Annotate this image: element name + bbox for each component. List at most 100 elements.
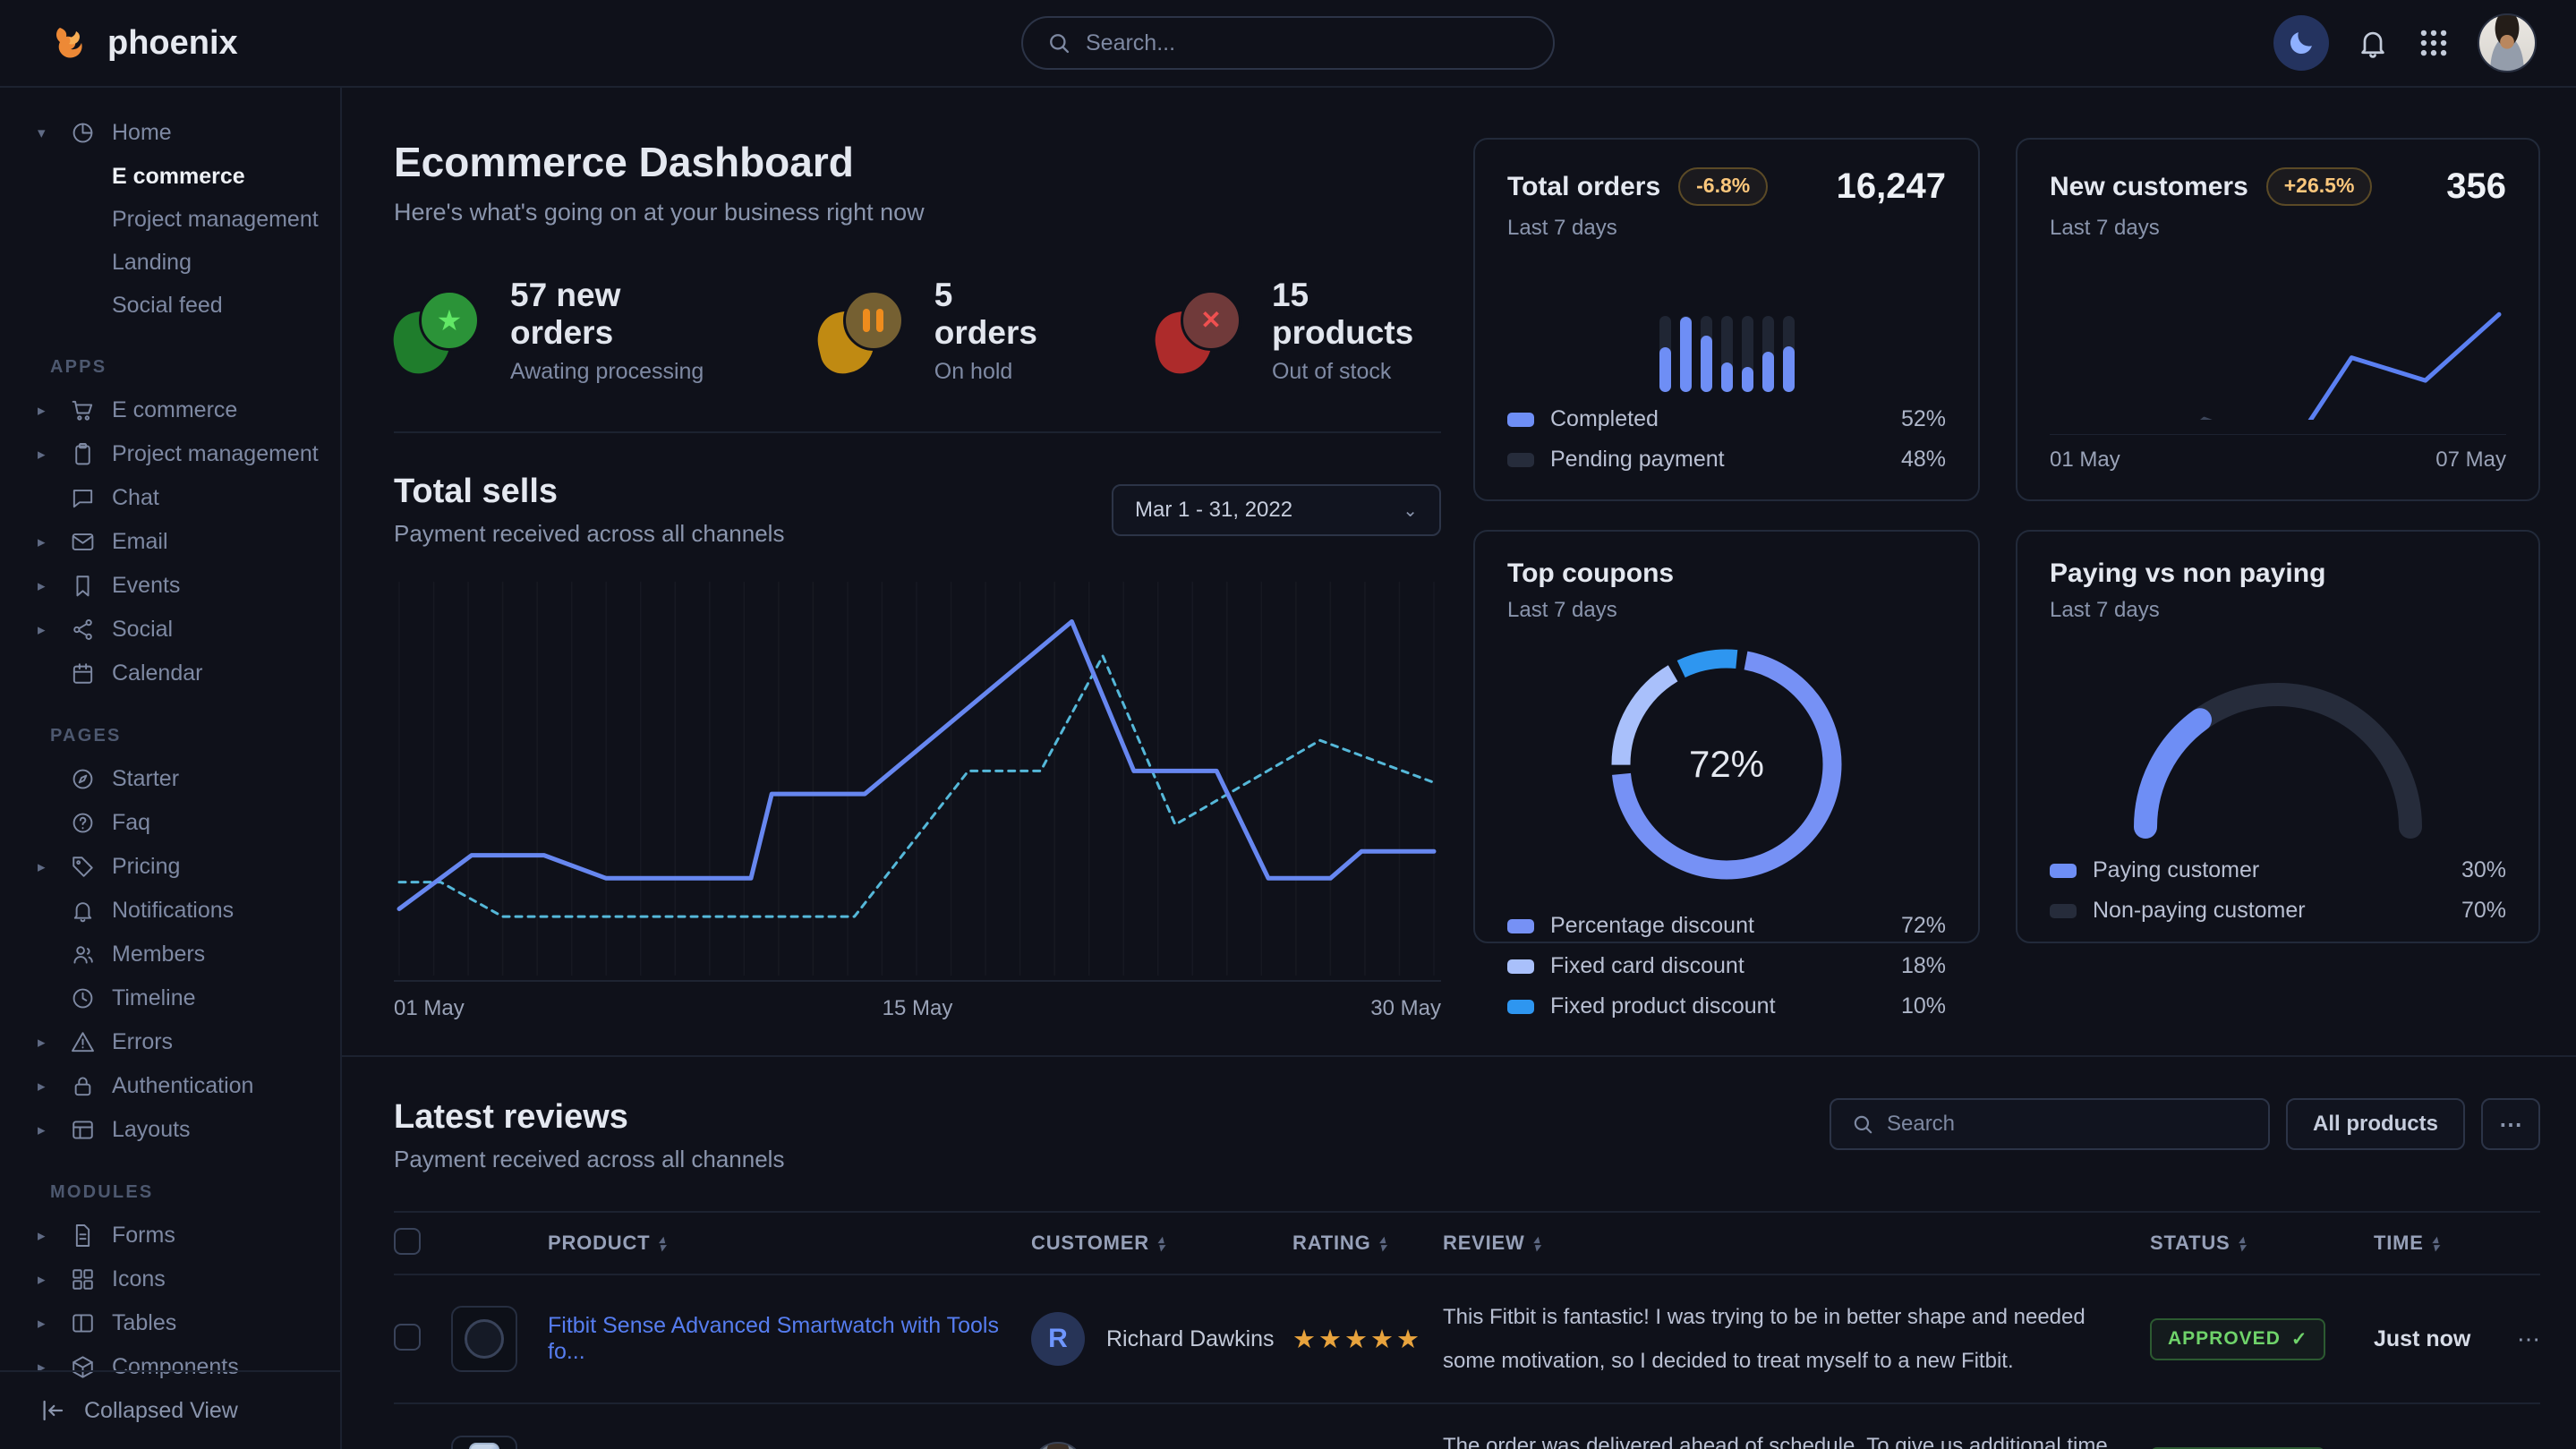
search-icon <box>1851 1112 1874 1136</box>
date-range-select[interactable]: Mar 1 - 31, 2022 ⌄ <box>1112 484 1441 536</box>
stat-value: 5 orders <box>934 277 1050 352</box>
check-icon: ✓ <box>2291 1328 2308 1351</box>
product-thumbnail-iphone[interactable] <box>451 1436 517 1449</box>
order-bar <box>1721 316 1733 392</box>
user-avatar[interactable] <box>2478 13 2537 72</box>
reviews-subtitle: Payment received across all channels <box>394 1146 784 1173</box>
sidebar-item-chat[interactable]: Chat <box>0 476 340 520</box>
stat-orders-on-hold: 5 orders On hold <box>818 277 1050 385</box>
sidebar-item-members[interactable]: Members <box>0 933 340 976</box>
paying-gauge-chart <box>2117 664 2439 843</box>
caret-right-icon: ▸ <box>38 1271 54 1289</box>
top-navbar: phoenix <box>0 0 2576 88</box>
change-badge: +26.5% <box>2266 167 2373 206</box>
file-icon <box>70 1223 96 1249</box>
sidebar: ▾HomeE commerceProject managementLanding… <box>0 88 342 1449</box>
caret-right-icon: ▸ <box>38 577 54 595</box>
legend-label: Non-paying customer <box>2093 898 2306 924</box>
product-link[interactable]: Fitbit Sense Advanced Smartwatch with To… <box>548 1313 1031 1365</box>
column-header-review[interactable]: REVIEW▴▾ <box>1443 1232 2114 1255</box>
legend-value: 30% <box>2461 857 2506 883</box>
legend-swatch <box>2050 904 2077 918</box>
card-period: Last 7 days <box>2050 598 2506 623</box>
sidebar-item-project-management[interactable]: Project management <box>0 198 340 241</box>
customer-avatar[interactable]: R <box>1031 1312 1085 1366</box>
x-tick: 01 May <box>394 996 465 1021</box>
reviews-search-input[interactable] <box>1887 1112 2248 1137</box>
sidebar-item-forms[interactable]: ▸Forms <box>0 1214 340 1257</box>
sidebar-item-social-feed[interactable]: Social feed <box>0 284 340 327</box>
global-search-input[interactable] <box>1086 30 1530 56</box>
caret-right-icon: ▸ <box>38 533 54 551</box>
legend-row: Fixed product discount 10% <box>1507 993 1946 1019</box>
sidebar-item-landing[interactable]: Landing <box>0 241 340 284</box>
legend-row: Percentage discount 72% <box>1507 913 1946 939</box>
dashboard-cards: Total orders -6.8% 16,247 Last 7 days Co… <box>1473 138 2540 1021</box>
row-menu-button[interactable]: ⋯ <box>2517 1325 2540 1353</box>
sidebar-item-icons[interactable]: ▸Icons <box>0 1257 340 1301</box>
sidebar-item-timeline[interactable]: Timeline <box>0 976 340 1020</box>
stat-new-orders: ★ 57 new orders Awating processing <box>394 277 712 385</box>
legend-label: Percentage discount <box>1550 913 1754 939</box>
navbar-actions <box>2273 13 2537 72</box>
global-search[interactable] <box>1021 16 1555 70</box>
column-header-rating[interactable]: RATING▴▾ <box>1292 1232 1443 1255</box>
sidebar-item-project-management[interactable]: ▸Project management <box>0 432 340 476</box>
sidebar-item-layouts[interactable]: ▸Layouts <box>0 1108 340 1152</box>
order-bar <box>1680 316 1692 392</box>
reviews-search[interactable] <box>1830 1098 2270 1150</box>
x-icon: ✕ <box>1156 290 1241 372</box>
customer-avatar[interactable] <box>1031 1442 1085 1449</box>
pie-chart-icon <box>70 120 96 146</box>
new-customers-chart <box>2050 264 2506 420</box>
lock-icon <box>70 1073 96 1099</box>
status-badge: APPROVED✓ <box>2150 1318 2325 1360</box>
theme-toggle-button[interactable] <box>2273 15 2329 71</box>
nine-dots-icon <box>2417 26 2451 60</box>
column-header-customer[interactable]: CUSTOMER▴▾ <box>1031 1232 1164 1255</box>
notifications-button[interactable] <box>2356 26 2390 60</box>
all-products-button[interactable]: All products <box>2286 1098 2465 1150</box>
sidebar-item-faq[interactable]: Faq <box>0 801 340 845</box>
stat-value: 15 products <box>1272 277 1441 352</box>
sidebar-item-tables[interactable]: ▸Tables <box>0 1301 340 1345</box>
warning-icon <box>70 1029 96 1055</box>
x-tick: 30 May <box>1370 996 1441 1021</box>
caret-right-icon: ▸ <box>38 1034 54 1052</box>
grid-icon <box>70 1266 96 1292</box>
select-all-checkbox[interactable] <box>394 1228 421 1255</box>
x-tick: 07 May <box>2435 447 2506 473</box>
sidebar-item-starter[interactable]: Starter <box>0 757 340 801</box>
sidebar-item-authentication[interactable]: ▸Authentication <box>0 1064 340 1108</box>
sidebar-item-e-commerce[interactable]: E commerce <box>0 155 340 198</box>
collapsed-view-toggle[interactable]: Collapsed View <box>0 1370 340 1449</box>
sidebar-item-events[interactable]: ▸Events <box>0 564 340 608</box>
sidebar-item-social[interactable]: ▸Social <box>0 608 340 652</box>
sidebar-item-errors[interactable]: ▸Errors <box>0 1020 340 1064</box>
sidebar-item-pricing[interactable]: ▸Pricing <box>0 845 340 889</box>
column-header-status[interactable]: STATUS▴▾ <box>2150 1232 2374 1255</box>
phoenix-logo-icon <box>50 21 93 64</box>
chevron-down-icon: ⌄ <box>1403 499 1418 522</box>
sidebar-item-email[interactable]: ▸Email <box>0 520 340 564</box>
column-header-product[interactable]: PRODUCT▴▾ <box>451 1232 666 1255</box>
apps-grid-button[interactable] <box>2417 26 2451 60</box>
sort-icon: ▴▾ <box>659 1235 665 1251</box>
column-header-time[interactable]: TIME▴▾ <box>2374 1232 2490 1255</box>
bell-icon <box>70 898 96 924</box>
change-badge: -6.8% <box>1678 167 1768 206</box>
clipboard-icon <box>70 441 96 467</box>
card-value: 16,247 <box>1837 166 1946 207</box>
more-options-button[interactable]: ⋯ <box>2481 1098 2540 1150</box>
sidebar-item-e-commerce[interactable]: ▸E commerce <box>0 388 340 432</box>
card-period: Last 7 days <box>2050 216 2506 241</box>
sidebar-item-notifications[interactable]: Notifications <box>0 889 340 933</box>
coupons-donut-chart: 72% <box>1592 630 1861 899</box>
total-sells-chart <box>394 582 1441 982</box>
row-checkbox[interactable] <box>394 1324 421 1351</box>
sidebar-item-home[interactable]: ▾Home <box>0 111 340 155</box>
brand-logo[interactable]: phoenix <box>50 21 238 64</box>
product-thumbnail-smartwatch[interactable] <box>451 1306 517 1372</box>
rating-stars: ★★★★★ <box>1292 1325 1422 1354</box>
sidebar-item-calendar[interactable]: Calendar <box>0 652 340 695</box>
